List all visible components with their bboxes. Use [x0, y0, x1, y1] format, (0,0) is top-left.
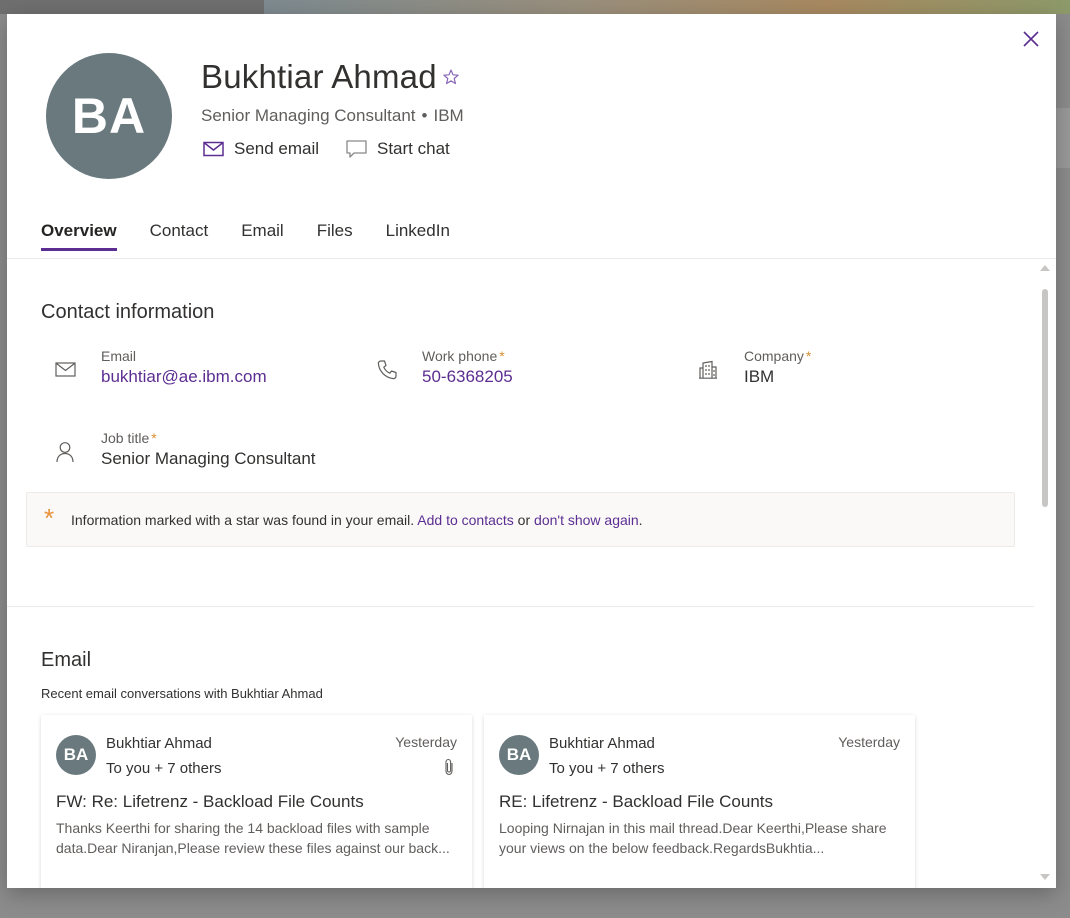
mail-icon [203, 141, 224, 157]
start-chat-button[interactable]: Start chat [346, 139, 450, 159]
send-email-button[interactable]: Send email [203, 139, 319, 159]
scroll-up-arrow-icon[interactable] [1040, 265, 1050, 271]
contact-info-heading: Contact information [41, 301, 215, 323]
required-star: * [499, 348, 505, 364]
email-conversation-card[interactable]: BA Bukhtiar Ahmad To you + 7 others Yest… [41, 715, 472, 888]
tab-linkedin[interactable]: LinkedIn [386, 218, 450, 251]
overview-panel: Contact information Email bukhtiar@ae.ib… [7, 259, 1037, 888]
start-chat-label: Start chat [377, 139, 450, 158]
tab-contact[interactable]: Contact [150, 218, 209, 251]
paperclip-icon [445, 758, 453, 776]
profile-subtitle: Senior Managing Consultant • IBM [201, 106, 464, 126]
tab-email[interactable]: Email [241, 218, 284, 251]
card-recipients: To you + 7 others [549, 760, 665, 777]
separator-dot: • [421, 106, 428, 125]
close-button[interactable] [1020, 28, 1042, 50]
notice-period: . [638, 512, 643, 528]
person-icon [56, 442, 74, 463]
card-subject: FW: Re: Lifetrenz - Backload File Counts [56, 792, 364, 811]
dont-show-again-link[interactable]: don't show again [534, 512, 639, 528]
work-phone-label: Work phone * [422, 348, 505, 364]
background-banner-image [264, 0, 1070, 14]
profile-job-title: Senior Managing Consultant [201, 106, 416, 125]
chat-icon [346, 139, 367, 158]
card-sender: Bukhtiar Ahmad [106, 735, 212, 752]
profile-name: Bukhtiar Ahmad [201, 58, 437, 95]
avatar-initials: BA [71, 88, 147, 144]
profile-tabs: Overview Contact Email Files LinkedIn [41, 218, 483, 251]
building-icon [699, 360, 717, 379]
card-preview: Looping Nirnajan in this mail thread.Dea… [499, 820, 887, 856]
favorite-button[interactable] [442, 68, 460, 86]
card-subject: RE: Lifetrenz - Backload File Counts [499, 792, 774, 811]
notice-message: Information marked with a star was found… [71, 512, 418, 528]
background-app-right [1056, 14, 1070, 918]
star-outline-icon [443, 69, 459, 85]
company-value: IBM [744, 367, 775, 386]
avatar: BA [46, 53, 172, 179]
profile-company: IBM [433, 106, 464, 125]
email-link[interactable]: bukhtiar@ae.ibm.com [101, 367, 267, 387]
profile-card-dialog: BA Bukhtiar Ahmad Senior Managing Consul… [7, 14, 1056, 888]
job-title-label: Job title * [101, 430, 157, 446]
job-title-value: Senior Managing Consultant [101, 449, 316, 468]
card-recipients: To you + 7 others [106, 760, 222, 777]
scroll-down-arrow-icon[interactable] [1040, 874, 1050, 880]
work-phone-link[interactable]: 50-6368205 [422, 367, 513, 387]
scrollbar-thumb[interactable] [1042, 289, 1048, 507]
job-title-label-text: Job title [101, 430, 150, 446]
card-preview: Thanks Keerthi for sharing the 14 backlo… [56, 820, 450, 856]
required-star: * [805, 348, 812, 364]
email-section-heading: Email [41, 649, 92, 671]
background-panel-strip [1056, 108, 1070, 168]
required-star: * [151, 430, 157, 446]
notice-text: Information marked with a star was found… [71, 512, 643, 528]
card-sender: Bukhtiar Ahmad [549, 735, 655, 752]
card-date: Yesterday [395, 734, 457, 750]
close-icon [1023, 31, 1039, 47]
company-label: Company * [744, 348, 811, 364]
send-email-label: Send email [234, 139, 320, 158]
tab-files[interactable]: Files [317, 218, 353, 251]
info-notice-bar: * Information marked with a star was fou… [26, 492, 1015, 547]
email-label: Email [101, 348, 137, 364]
company-label-text: Company [744, 348, 804, 364]
mail-icon [55, 362, 76, 377]
background-app-left [0, 14, 7, 918]
add-to-contacts-link[interactable]: Add to contacts [417, 512, 514, 528]
tab-overview[interactable]: Overview [41, 218, 117, 251]
email-conversation-card[interactable]: BA Bukhtiar Ahmad To you + 7 others Yest… [484, 715, 915, 888]
notice-star-icon: * [44, 503, 55, 533]
email-section-subheading: Recent email conversations with Bukhtiar… [41, 686, 323, 701]
work-phone-label-text: Work phone [422, 348, 498, 364]
section-divider [7, 606, 1034, 607]
phone-icon [377, 360, 397, 380]
notice-or: or [513, 512, 535, 528]
background-app-bottom [0, 888, 1070, 918]
sender-avatar: BA [56, 735, 96, 775]
card-date: Yesterday [838, 734, 900, 750]
sender-avatar: BA [499, 735, 539, 775]
